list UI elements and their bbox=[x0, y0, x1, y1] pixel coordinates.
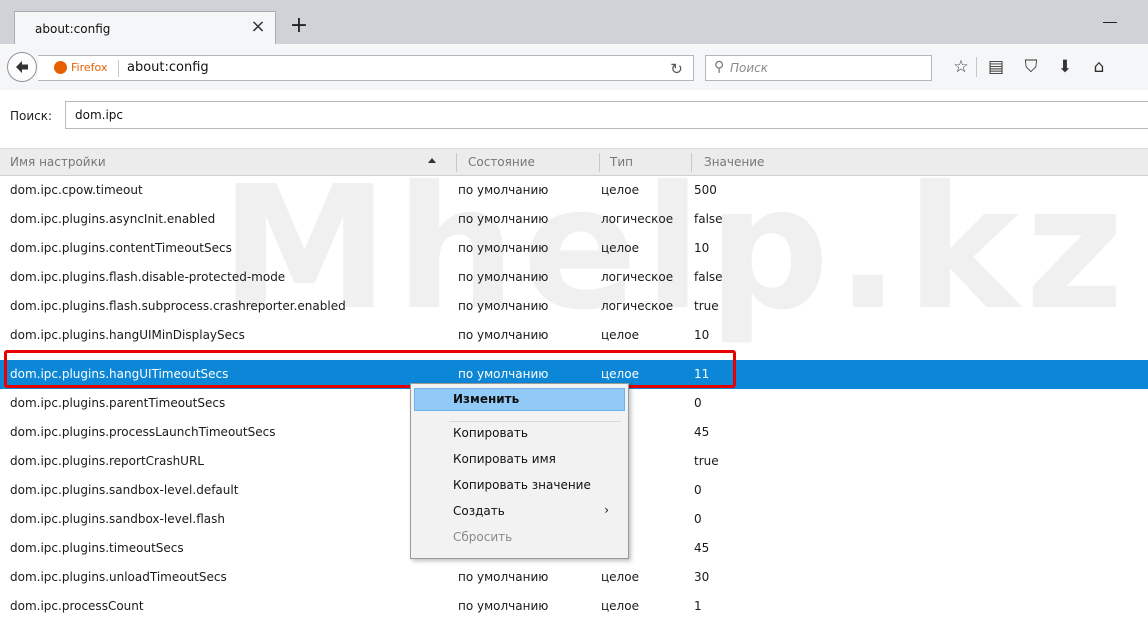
table-row[interactable]: dom.ipc.plugins.asyncInit.enabled по умо… bbox=[0, 205, 1148, 234]
pref-state: по умолчанию bbox=[458, 599, 549, 613]
menu-item-label: Копировать имя bbox=[453, 452, 556, 466]
pref-type: целое bbox=[601, 183, 639, 197]
pref-value: 30 bbox=[694, 570, 710, 584]
pref-value: 10 bbox=[694, 328, 710, 342]
table-row[interactable]: dom.ipc.plugins.unloadTimeoutSecs по умо… bbox=[0, 563, 1148, 592]
pref-name: dom.ipc.plugins.processLaunchTimeoutSecs bbox=[10, 425, 276, 439]
pref-name: dom.ipc.plugins.flash.subprocess.crashre… bbox=[10, 299, 346, 313]
download-icon[interactable]: ⬇ bbox=[1054, 56, 1076, 78]
menu-item-edit[interactable]: Изменить bbox=[414, 388, 625, 411]
menu-item-label: Копировать значение bbox=[453, 478, 591, 492]
pref-name: dom.ipc.plugins.timeoutSecs bbox=[10, 541, 184, 555]
pref-name: dom.ipc.plugins.contentTimeoutSecs bbox=[10, 241, 232, 255]
pref-type: логическое bbox=[601, 212, 674, 226]
pref-name: dom.ipc.processCount bbox=[10, 599, 144, 613]
table-header: Имя настройки Состояние Тип Значение bbox=[0, 148, 1148, 176]
home-icon[interactable]: ⌂ bbox=[1088, 56, 1110, 78]
new-tab-icon[interactable]: + bbox=[286, 14, 312, 40]
column-header-value[interactable]: Значение bbox=[704, 155, 764, 169]
pocket-icon[interactable]: ⛉ bbox=[1020, 56, 1042, 78]
bookmarks-list-icon[interactable]: ▤ bbox=[985, 56, 1007, 78]
column-header-state[interactable]: Состояние bbox=[468, 155, 535, 169]
table-row[interactable]: dom.ipc.plugins.hangUIMinDisplaySecs по … bbox=[0, 321, 1148, 350]
tab-strip: about:config × + bbox=[0, 0, 1148, 44]
pref-name: dom.ipc.cpow.timeout bbox=[10, 183, 143, 197]
pref-state: по умолчанию bbox=[458, 328, 549, 342]
pref-name: dom.ipc.plugins.asyncInit.enabled bbox=[10, 212, 216, 226]
search-bar[interactable]: ⚲ Поиск bbox=[705, 55, 932, 81]
pref-name: dom.ipc.plugins.parentTimeoutSecs bbox=[10, 396, 226, 410]
pref-state: по умолчанию bbox=[458, 570, 549, 584]
pref-value: 0 bbox=[694, 483, 702, 497]
pref-type: целое bbox=[601, 570, 639, 584]
table-row[interactable]: dom.ipc.processCount по умолчанию целое … bbox=[0, 592, 1148, 621]
filter-value: dom.ipc bbox=[75, 108, 124, 122]
pref-type: целое bbox=[601, 328, 639, 342]
submenu-arrow-icon: › bbox=[604, 503, 609, 517]
menu-item-new[interactable]: Создать › bbox=[414, 500, 625, 523]
pref-value: 1 bbox=[694, 599, 702, 613]
identity-label: Firefox bbox=[71, 61, 108, 74]
pref-state: по умолчанию bbox=[458, 270, 549, 284]
pref-value: false bbox=[694, 270, 723, 284]
pref-name: dom.ipc.plugins.unloadTimeoutSecs bbox=[10, 570, 227, 584]
pref-type: логическое bbox=[601, 270, 674, 284]
filter-label: Поиск: bbox=[10, 109, 53, 123]
menu-item-copy-name[interactable]: Копировать имя bbox=[414, 448, 625, 471]
arrow-left-icon bbox=[16, 61, 28, 73]
table-row[interactable]: dom.ipc.plugins.contentTimeoutSecs по ум… bbox=[0, 234, 1148, 263]
back-button[interactable] bbox=[7, 52, 37, 82]
url-bar[interactable]: Firefox about:config bbox=[38, 55, 693, 81]
pref-value: 10 bbox=[694, 241, 710, 255]
pref-value: false bbox=[694, 212, 723, 226]
pref-state: по умолчанию bbox=[458, 183, 549, 197]
pref-state: по умолчанию bbox=[458, 299, 549, 313]
menu-item-label: Копировать bbox=[453, 426, 528, 440]
filter-input[interactable]: dom.ipc bbox=[65, 101, 1148, 129]
pref-type: целое bbox=[601, 241, 639, 255]
search-placeholder: Поиск bbox=[730, 61, 769, 75]
pref-value: true bbox=[694, 299, 719, 313]
url-text: about:config bbox=[127, 60, 209, 75]
menu-item-label: Создать bbox=[453, 504, 505, 518]
tab-title: about:config bbox=[35, 22, 111, 36]
column-header-type[interactable]: Тип bbox=[610, 155, 633, 169]
pref-value: 45 bbox=[694, 425, 710, 439]
menu-item-label: Изменить bbox=[453, 392, 520, 406]
table-row[interactable]: dom.ipc.plugins.flash.disable-protected-… bbox=[0, 263, 1148, 292]
menu-item-copy[interactable]: Копировать bbox=[414, 422, 625, 445]
pref-name: dom.ipc.plugins.sandbox-level.default bbox=[10, 483, 239, 497]
tab-about-config[interactable]: about:config × bbox=[14, 11, 276, 44]
minimize-window-button[interactable] bbox=[1096, 8, 1126, 28]
pref-value: 0 bbox=[694, 396, 702, 410]
menu-item-reset[interactable]: Сбросить bbox=[414, 526, 625, 549]
pref-type: целое bbox=[601, 599, 639, 613]
pref-value: 45 bbox=[694, 541, 710, 555]
pref-value: 500 bbox=[694, 183, 717, 197]
pref-name: dom.ipc.plugins.flash.disable-protected-… bbox=[10, 270, 286, 284]
sort-ascending-icon bbox=[428, 158, 436, 163]
context-menu: Изменить Копировать Копировать имя Копир… bbox=[410, 383, 629, 559]
close-tab-icon[interactable]: × bbox=[247, 16, 269, 38]
pref-name: dom.ipc.plugins.hangUIMinDisplaySecs bbox=[10, 328, 245, 342]
table-row[interactable]: dom.ipc.plugins.flash.subprocess.crashre… bbox=[0, 292, 1148, 321]
filter-row: Поиск: dom.ipc bbox=[0, 90, 1148, 140]
pref-name: dom.ipc.plugins.reportCrashURL bbox=[10, 454, 204, 468]
pref-name: dom.ipc.plugins.sandbox-level.flash bbox=[10, 512, 225, 526]
table-row[interactable]: dom.ipc.cpow.timeout по умолчанию целое … bbox=[0, 176, 1148, 205]
column-header-name[interactable]: Имя настройки bbox=[10, 155, 106, 169]
pref-type: логическое bbox=[601, 299, 674, 313]
firefox-identity-icon bbox=[54, 61, 67, 74]
pref-state: по умолчанию bbox=[458, 212, 549, 226]
menu-item-copy-value[interactable]: Копировать значение bbox=[414, 474, 625, 497]
pref-value: true bbox=[694, 454, 719, 468]
search-icon: ⚲ bbox=[714, 59, 725, 75]
bookmark-star-icon[interactable]: ☆ bbox=[950, 56, 972, 78]
reload-icon[interactable]: ↻ bbox=[660, 55, 694, 81]
navigation-toolbar: Firefox about:config ↻ ⚲ Поиск ☆ ▤ ⛉ ⬇ ⌂ bbox=[0, 44, 1148, 91]
menu-item-label: Сбросить bbox=[453, 530, 513, 544]
pref-state: по умолчанию bbox=[458, 241, 549, 255]
pref-value: 0 bbox=[694, 512, 702, 526]
